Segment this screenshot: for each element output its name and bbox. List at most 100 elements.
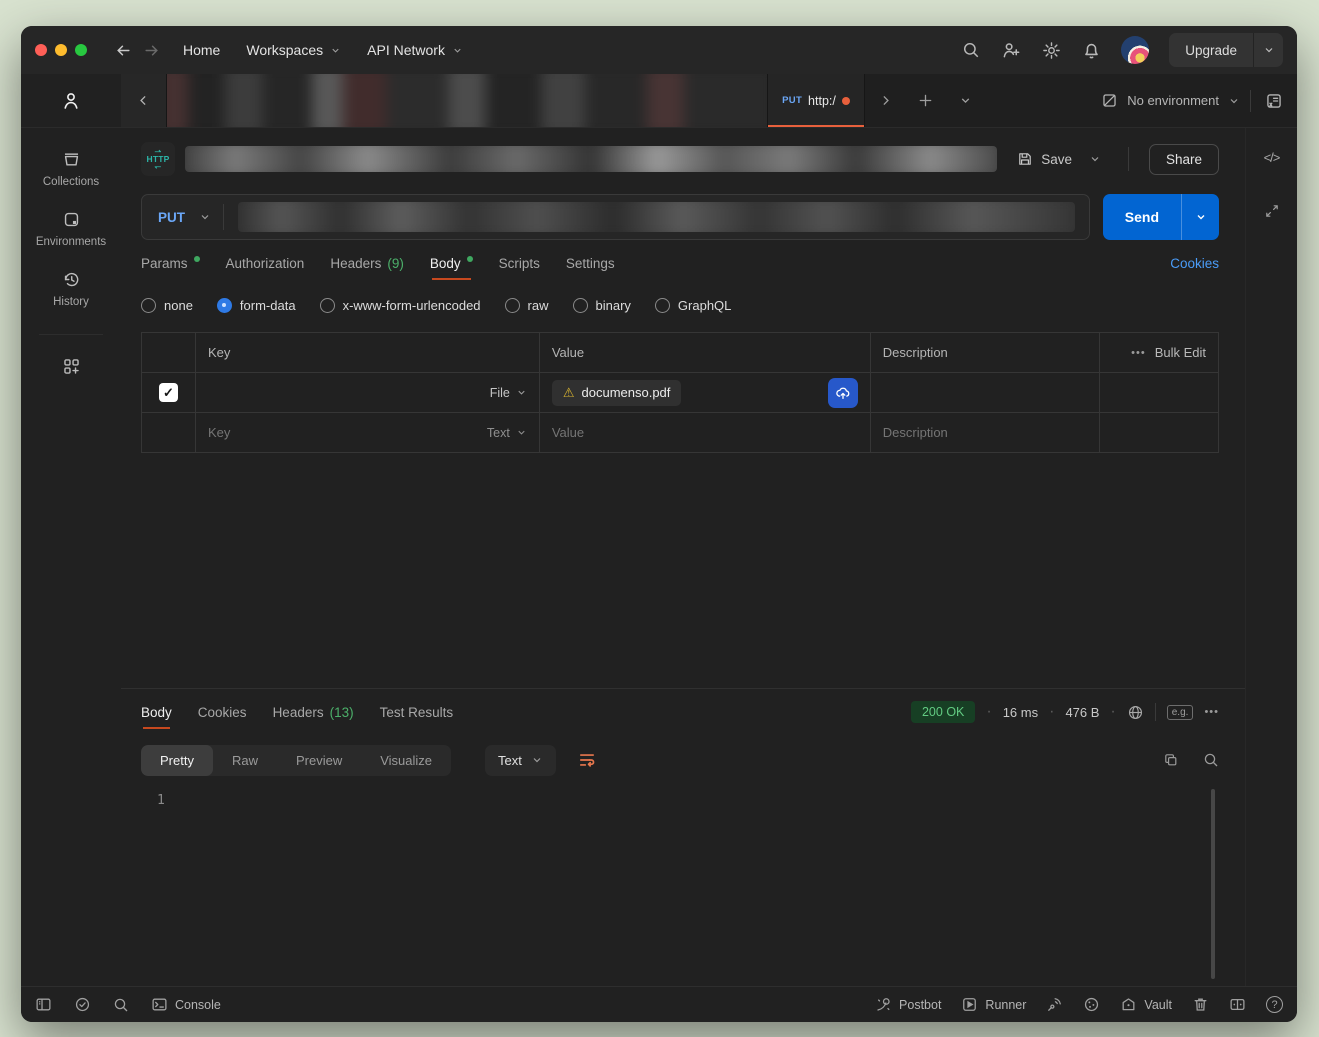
upgrade-button[interactable]: Upgrade — [1169, 33, 1283, 67]
save-options-chevron-icon[interactable] — [1082, 153, 1108, 165]
key-cell[interactable]: Key Text — [196, 413, 540, 452]
code-snippet-icon[interactable]: </> — [1264, 150, 1280, 165]
bulk-edit-button[interactable]: Bulk Edit — [1100, 333, 1218, 372]
mode-none[interactable]: none — [141, 298, 193, 313]
tab-headers[interactable]: Headers (9) — [330, 240, 404, 286]
console-button[interactable]: Console — [151, 996, 221, 1013]
search-response-icon[interactable] — [1203, 752, 1219, 768]
description-cell[interactable]: Description — [871, 413, 1100, 452]
status-badge[interactable]: 200 OK — [911, 701, 975, 723]
view-raw[interactable]: Raw — [213, 745, 277, 776]
user-avatar[interactable] — [1121, 36, 1149, 64]
save-button[interactable]: Save — [1017, 151, 1072, 167]
forward-icon[interactable] — [137, 36, 165, 64]
settings-gear-icon[interactable] — [1041, 40, 1061, 60]
expand-panel-icon[interactable] — [1264, 203, 1280, 219]
search-icon[interactable] — [961, 40, 981, 60]
vault-button[interactable]: Vault — [1120, 996, 1172, 1013]
sidebar-item-history[interactable]: History — [53, 270, 89, 308]
response-time[interactable]: 16 ms — [1003, 705, 1038, 720]
key-cell[interactable]: File — [196, 373, 540, 412]
configure-workbench-icon[interactable] — [62, 357, 81, 376]
method-selector[interactable]: PUT — [142, 210, 199, 225]
tab-authorization[interactable]: Authorization — [226, 240, 305, 286]
copy-response-icon[interactable] — [1163, 752, 1179, 768]
toggle-sidebar-icon[interactable] — [35, 996, 52, 1013]
close-window-button[interactable] — [35, 44, 47, 56]
cookies-icon[interactable] — [1083, 996, 1100, 1013]
nav-workspaces[interactable]: Workspaces — [246, 42, 341, 58]
nav-api-network[interactable]: API Network — [367, 42, 463, 58]
upload-file-button[interactable] — [828, 378, 858, 408]
runner-button[interactable]: Runner — [961, 996, 1026, 1013]
response-tab-headers[interactable]: Headers (13) — [273, 689, 354, 735]
row-checkbox-checked[interactable] — [159, 383, 178, 402]
tab-body[interactable]: Body — [430, 240, 473, 286]
tab-options-chevron-icon[interactable] — [945, 74, 985, 127]
format-dropdown[interactable]: Text — [485, 745, 556, 776]
mode-x-www-form-urlencoded[interactable]: x-www-form-urlencoded — [320, 298, 481, 313]
environment-quick-look-icon[interactable] — [1251, 74, 1297, 127]
upgrade-chevron-icon[interactable] — [1253, 33, 1283, 67]
send-options-chevron-icon[interactable] — [1181, 194, 1219, 240]
sidebar-item-environments[interactable]: Environments — [36, 210, 106, 248]
mode-graphql[interactable]: GraphQL — [655, 298, 731, 313]
help-icon[interactable] — [1266, 996, 1283, 1013]
network-globe-icon[interactable] — [1127, 704, 1144, 721]
mode-binary[interactable]: binary — [573, 298, 631, 313]
nav-home[interactable]: Home — [183, 42, 220, 58]
value-type-dropdown[interactable]: File — [490, 386, 527, 400]
cookies-link[interactable]: Cookies — [1170, 256, 1219, 271]
wrap-lines-icon[interactable] — [578, 751, 596, 769]
capture-requests-icon[interactable] — [1046, 996, 1063, 1013]
method-chevron-icon[interactable] — [199, 211, 223, 223]
tab-params[interactable]: Params — [141, 240, 200, 286]
blurred-tabs[interactable] — [167, 74, 767, 127]
view-visualize[interactable]: Visualize — [361, 745, 451, 776]
view-pretty[interactable]: Pretty — [141, 745, 213, 776]
mode-form-data[interactable]: form-data — [217, 298, 296, 313]
notifications-bell-icon[interactable] — [1081, 40, 1101, 60]
minimize-window-button[interactable] — [55, 44, 67, 56]
environment-selector[interactable]: No environment — [1091, 74, 1250, 127]
response-tab-cookies[interactable]: Cookies — [198, 689, 247, 735]
workspace-user-icon[interactable] — [21, 74, 121, 128]
share-button[interactable]: Share — [1149, 144, 1219, 175]
blurred-url-value[interactable] — [238, 202, 1075, 232]
response-size[interactable]: 476 B — [1065, 705, 1099, 720]
split-pane-icon[interactable] — [1229, 996, 1246, 1013]
invite-user-icon[interactable] — [1001, 40, 1021, 60]
vertical-scrollbar[interactable] — [1211, 789, 1215, 979]
tab-settings[interactable]: Settings — [566, 240, 615, 286]
mode-raw[interactable]: raw — [505, 298, 549, 313]
value-cell[interactable]: documenso.pdf — [540, 373, 871, 412]
response-tab-test-results[interactable]: Test Results — [380, 689, 454, 735]
save-as-example-icon[interactable]: e.g. — [1167, 705, 1194, 720]
status-check-icon[interactable] — [74, 996, 91, 1013]
tabs-scroll-right-icon[interactable] — [865, 74, 905, 127]
tabs-scroll-left-icon[interactable] — [121, 74, 167, 127]
zoom-window-button[interactable] — [75, 44, 87, 56]
description-cell[interactable] — [871, 373, 1100, 412]
response-tab-body[interactable]: Body — [141, 689, 172, 735]
value-cell[interactable]: Value — [540, 413, 871, 452]
active-request-tab[interactable]: PUT http:/ — [767, 74, 865, 127]
view-preview[interactable]: Preview — [277, 745, 361, 776]
send-button[interactable]: Send — [1103, 194, 1219, 240]
postbot-label: Postbot — [899, 998, 941, 1012]
postbot-button[interactable]: Postbot — [875, 996, 941, 1013]
new-tab-plus-icon[interactable] — [905, 74, 945, 127]
trash-icon[interactable] — [1192, 996, 1209, 1013]
file-chip[interactable]: documenso.pdf — [552, 380, 682, 406]
find-search-icon[interactable] — [113, 997, 129, 1013]
response-body-editor[interactable]: 1 — [121, 785, 1245, 986]
tab-scripts[interactable]: Scripts — [499, 240, 540, 286]
row-checkbox-cell[interactable] — [142, 413, 196, 452]
sidebar-item-collections[interactable]: Collections — [43, 150, 99, 188]
value-type-dropdown[interactable]: Text — [487, 426, 527, 440]
blurred-request-name[interactable] — [185, 146, 997, 172]
left-sidebar: Collections Environments History — [21, 74, 121, 986]
url-input[interactable]: PUT — [141, 194, 1090, 240]
back-icon[interactable] — [109, 36, 137, 64]
response-more-options-icon[interactable] — [1204, 706, 1219, 718]
